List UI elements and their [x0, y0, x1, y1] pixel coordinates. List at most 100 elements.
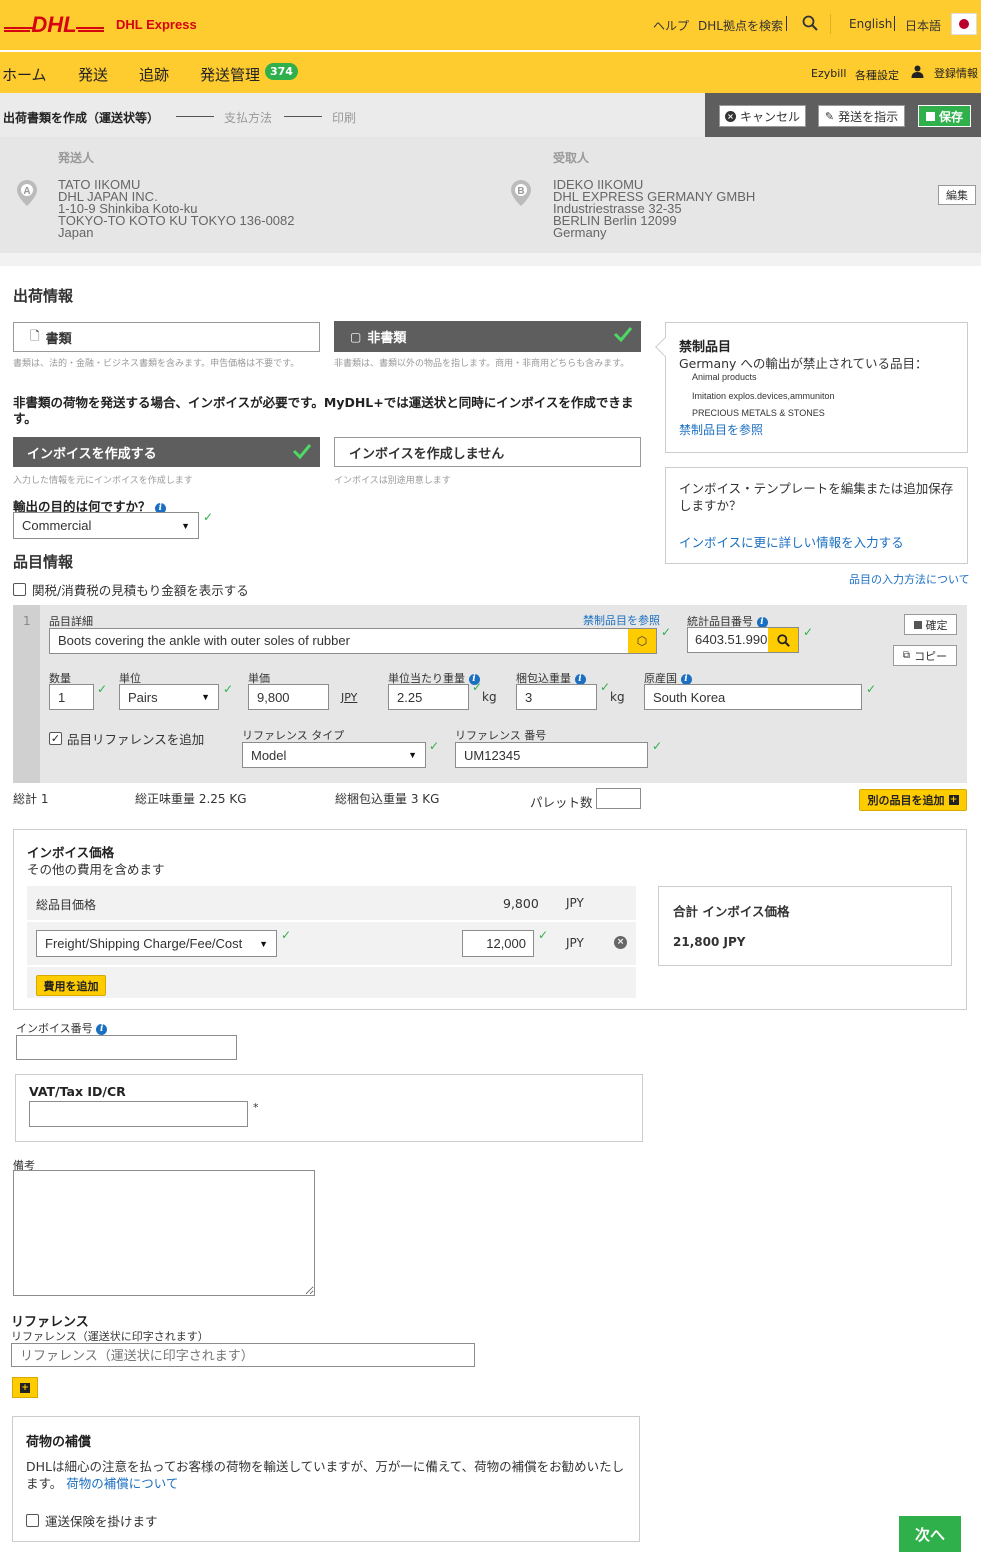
item-reference-checkbox[interactable]: ✓ 品目リファレンスを追加: [49, 729, 204, 748]
save-button[interactable]: 保存: [918, 105, 971, 127]
pallets-input[interactable]: [596, 788, 641, 809]
search-icon[interactable]: [768, 628, 798, 652]
shipper-pin-icon: A: [17, 180, 37, 210]
save-label: 保存: [938, 109, 963, 124]
no-invoice-label: インボイスを作成しません: [349, 446, 505, 462]
purpose-select[interactable]: Commercial ▼: [13, 512, 199, 539]
restricted-item: PRECIOUS METALS & STONES: [692, 408, 825, 418]
nav-settings[interactable]: 各種設定: [855, 67, 899, 83]
lang-english[interactable]: English: [849, 17, 892, 31]
chevron-down-icon: ▼: [201, 692, 210, 702]
net-weight-input[interactable]: [388, 684, 469, 710]
items-heading: 品目情報: [13, 553, 74, 571]
next-button[interactable]: 次へ: [899, 1516, 961, 1552]
floppy-icon: [925, 111, 935, 121]
remove-charge-icon[interactable]: ×: [614, 936, 627, 949]
charges-row-divider: [27, 965, 636, 967]
total-count: 総計 1: [13, 792, 49, 806]
type-non-documents[interactable]: ▢ 非書類: [334, 321, 641, 352]
how-to-enter-link[interactable]: 品目の入力方法について: [849, 571, 970, 587]
charge-amount-input[interactable]: [462, 930, 534, 957]
non-documents-label: 非書類: [367, 331, 407, 346]
remarks-textarea[interactable]: [13, 1170, 315, 1296]
origin-input[interactable]: [644, 684, 862, 710]
valid-check-icon: ✓: [538, 928, 549, 942]
valid-check-icon: ✓: [223, 682, 234, 696]
restricted-item: Animal products: [692, 372, 757, 382]
create-invoice-option[interactable]: インボイスを作成する: [13, 437, 320, 467]
ref-type-select[interactable]: Model ▼: [242, 742, 426, 768]
nav-ship[interactable]: 発送: [78, 64, 108, 85]
ref-number-input[interactable]: [455, 742, 648, 768]
japan-flag-icon[interactable]: [951, 13, 977, 35]
copy-icon: ⧉: [902, 650, 911, 661]
grand-total-label: 合計 インボイス価格: [673, 904, 790, 919]
insurance-check-label: 運送保険を掛けます: [45, 1514, 158, 1529]
cancel-button[interactable]: × キャンセル: [719, 105, 806, 127]
unit-select[interactable]: Pairs ▼: [119, 684, 219, 710]
pallets-label: パレット数: [530, 795, 593, 810]
desc-field[interactable]: Boots covering the ankle with outer sole…: [49, 628, 657, 654]
svg-text:B: B: [517, 186, 524, 197]
charge-type-select[interactable]: Freight/Shipping Charge/Fee/Cost ▼: [36, 930, 277, 957]
add-charge-button[interactable]: 費用を追加: [36, 975, 106, 996]
copy-item-button[interactable]: ⧉ コピー: [893, 645, 957, 666]
nav-ezybill[interactable]: Ezybill: [811, 67, 846, 80]
shipment-heading: 出荷情報: [13, 287, 74, 305]
add-item-button[interactable]: 別の品目を追加 +: [859, 789, 967, 811]
gross-weight-input[interactable]: [516, 684, 597, 710]
template-link[interactable]: インボイスに更に詳しい情報を入力する: [679, 532, 904, 551]
price-currency[interactable]: JPY: [341, 691, 357, 704]
nav-badge: 374: [265, 63, 298, 80]
product-lookup-button[interactable]: ⬡: [628, 629, 656, 653]
restricted-link[interactable]: 禁制品目を参照: [679, 421, 763, 438]
valid-check-icon: ✓: [866, 682, 877, 696]
instruct-label: 発送を指示: [838, 109, 899, 124]
confirm-item-button[interactable]: 確定: [904, 614, 957, 635]
edit-doc-icon: ✎: [824, 109, 835, 123]
valid-check-icon: ✓: [472, 680, 483, 694]
shipper-address: TATO IIKOMU DHL JAPAN INC. 1-10-9 Shinki…: [58, 178, 295, 239]
vat-input[interactable]: [29, 1101, 248, 1127]
nav-home[interactable]: ホーム: [2, 64, 47, 85]
desc-value: Boots covering the ankle with outer sole…: [58, 633, 350, 648]
insurance-link[interactable]: 荷物の補償について: [66, 1476, 178, 1491]
receiver-heading: 受取人: [553, 151, 590, 165]
type-documents[interactable]: 🗋 書類: [13, 322, 320, 352]
insurance-checkbox[interactable]: 運送保険を掛けます: [26, 1511, 158, 1530]
close-circle-icon: ×: [724, 110, 736, 122]
floppy-icon: [913, 620, 922, 629]
no-invoice-option[interactable]: インボイスを作成しません: [334, 437, 641, 467]
duty-estimate-checkbox[interactable]: 関税/消費税の見積もり金額を表示する: [13, 580, 249, 599]
plus-icon: +: [948, 795, 959, 805]
ref-number-label: リファレンス 番号: [455, 729, 547, 742]
ref-type-label: リファレンス タイプ: [242, 729, 345, 742]
nav-manage[interactable]: 発送管理: [200, 64, 260, 85]
chevron-down-icon: ▼: [259, 938, 268, 949]
dhl-logo[interactable]: DHL: [4, 11, 104, 37]
help-link[interactable]: ヘルプ: [653, 17, 689, 34]
non-documents-desc: 非書類は、書類以外の物品を指します。商用・非商用どちらも含みます。: [334, 359, 630, 369]
restricted-items-link[interactable]: 禁制品目を参照: [583, 612, 660, 628]
valid-check-icon: ✓: [600, 680, 611, 694]
restricted-subtitle: Germany への輸出が禁止されている品目：: [679, 356, 928, 371]
nav-account[interactable]: 登録情報: [934, 65, 978, 81]
unit-price-input[interactable]: [248, 684, 329, 710]
find-location-link[interactable]: DHL拠点を検索: [698, 17, 783, 34]
qty-input[interactable]: [49, 684, 94, 710]
invoice-number-label: インボイス番号 i: [16, 1020, 108, 1036]
instruct-button[interactable]: ✎ 発送を指示: [818, 105, 905, 127]
reference-input[interactable]: [11, 1343, 475, 1367]
gross-weight-unit: kg: [610, 690, 625, 704]
invoice-number-input[interactable]: [16, 1035, 237, 1060]
edit-address-button[interactable]: 編集: [938, 185, 976, 205]
add-reference-button[interactable]: +: [12, 1377, 38, 1398]
search-icon[interactable]: [802, 15, 818, 31]
lang-japanese[interactable]: 日本語: [905, 17, 941, 34]
invoice-value-subtitle: その他の費用を含めます: [27, 862, 165, 877]
valid-check-icon: ✓: [97, 682, 108, 696]
nav-track[interactable]: 追跡: [139, 64, 169, 85]
template-text: インボイス・テンプレートを編集または追加保存しますか？: [679, 481, 954, 513]
info-icon[interactable]: i: [96, 1024, 108, 1035]
hs-code-field[interactable]: 6403.51.990: [687, 627, 799, 653]
